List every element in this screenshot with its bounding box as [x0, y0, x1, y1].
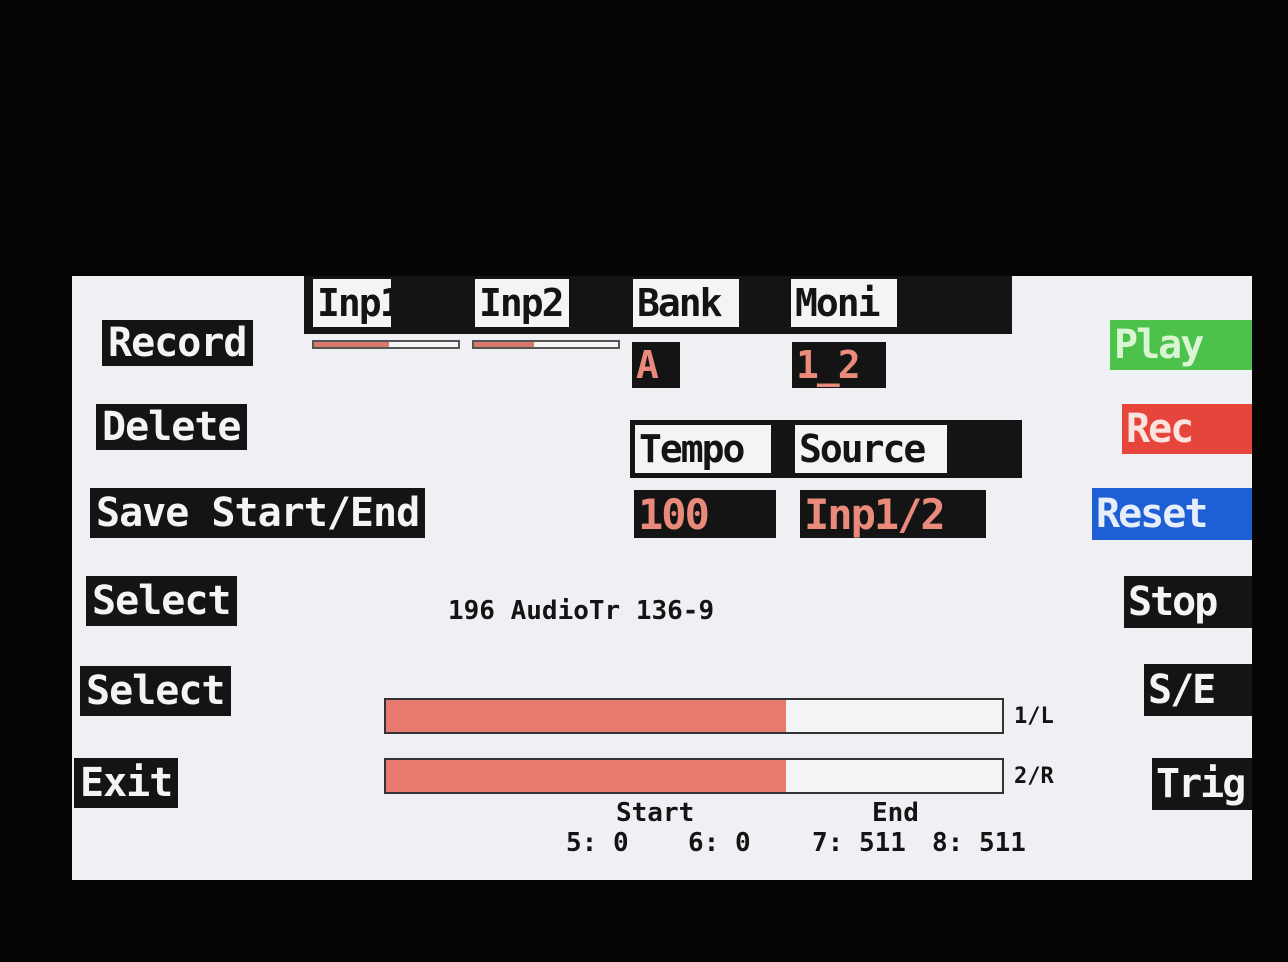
- level-bar-left-fill: [386, 700, 787, 732]
- exit-menu-item[interactable]: Exit: [74, 758, 179, 808]
- start-param-6: 6: 0: [688, 828, 751, 858]
- end-label: End: [872, 798, 919, 828]
- start-param-5: 5: 0: [566, 828, 629, 858]
- save-start-end-menu-item[interactable]: Save Start/End: [90, 488, 426, 538]
- tab-bank[interactable]: Bank: [630, 276, 742, 330]
- inp1-meter: [312, 340, 460, 349]
- bank-value[interactable]: A: [632, 342, 680, 388]
- delete-menu-item[interactable]: Delete: [96, 404, 247, 450]
- inp1-meter-fill: [314, 342, 389, 347]
- end-param-7: 7: 511: [812, 828, 906, 858]
- level-bar-left: [384, 698, 1004, 734]
- trig-button[interactable]: Trig: [1152, 758, 1252, 810]
- inp2-meter-fill: [474, 342, 535, 347]
- level-bar-right-fill: [386, 760, 787, 792]
- sample-name: 196 AudioTr 136-9: [448, 596, 715, 626]
- tempo-value[interactable]: 100: [634, 490, 776, 539]
- moni-value[interactable]: 1_2: [792, 342, 886, 388]
- play-button[interactable]: Play: [1110, 320, 1252, 370]
- inp2-meter: [472, 340, 620, 349]
- tab-source[interactable]: Source: [792, 422, 950, 476]
- source-value[interactable]: Inp1/2: [800, 490, 986, 539]
- tab-tempo[interactable]: Tempo: [632, 422, 774, 476]
- level-bar-right: [384, 758, 1004, 794]
- select-menu-item-2[interactable]: Select: [80, 666, 231, 716]
- end-param-8: 8: 511: [932, 828, 1026, 858]
- record-menu-item[interactable]: Record: [102, 320, 253, 366]
- tab-moni[interactable]: Moni: [788, 276, 900, 330]
- lcd-screen: Inp1 Inp2 Bank Moni A 1_2 Record Delete …: [72, 276, 1252, 880]
- reset-button[interactable]: Reset: [1092, 488, 1252, 540]
- stop-button[interactable]: Stop: [1124, 576, 1252, 628]
- rec-button[interactable]: Rec: [1122, 404, 1252, 454]
- device-bezel: Inp1 Inp2 Bank Moni A 1_2 Record Delete …: [0, 0, 1288, 962]
- select-menu-item-1[interactable]: Select: [86, 576, 237, 626]
- level-label-left: 1/L: [1014, 704, 1054, 729]
- start-label: Start: [616, 798, 695, 828]
- tab-inp2[interactable]: Inp2: [472, 276, 572, 330]
- level-label-right: 2/R: [1014, 764, 1054, 789]
- tab-inp1[interactable]: Inp1: [310, 276, 403, 330]
- start-end-button[interactable]: S/E: [1144, 664, 1252, 716]
